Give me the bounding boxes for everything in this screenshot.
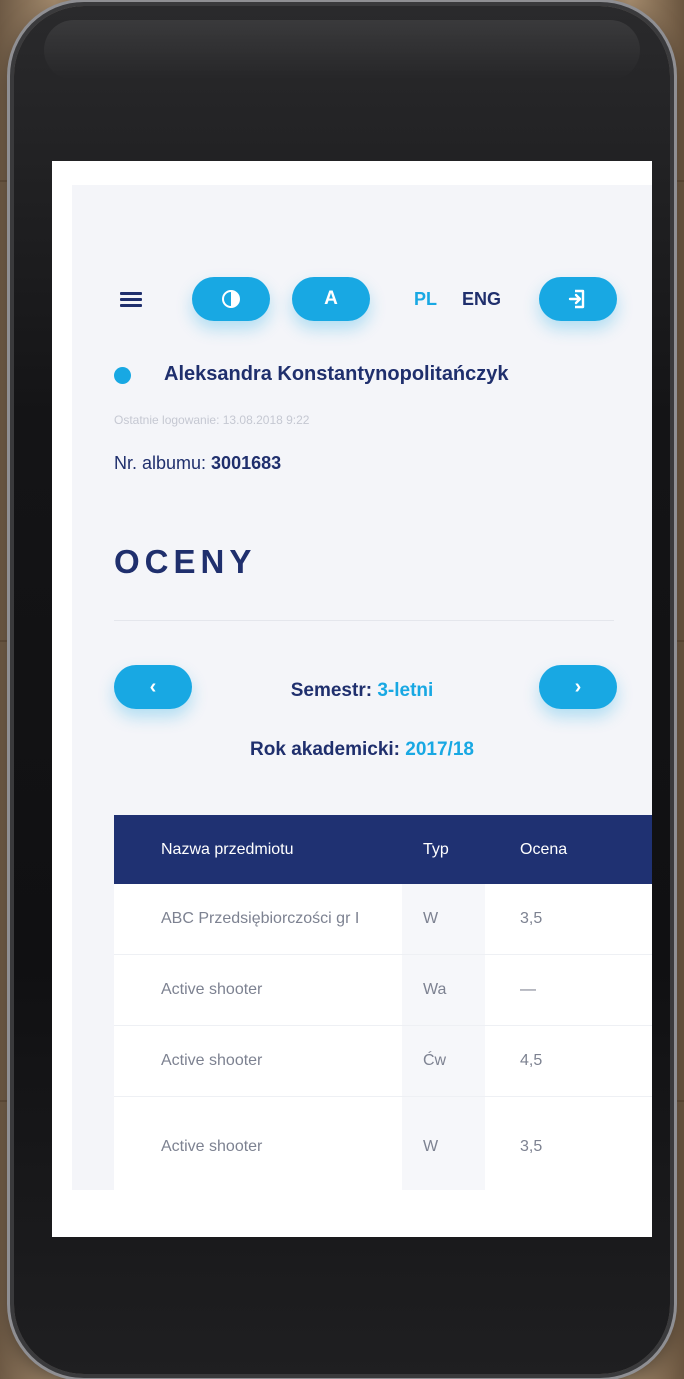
column-header-grade[interactable]: Ocena [485,841,652,859]
type-cell: Ćw [402,1026,485,1096]
grade-cell: 4,5 [520,1052,543,1069]
type-cell: W [402,884,485,954]
app-view: A PL ENG Aleksandra Konstantynopolitańcz… [72,185,652,1190]
album-label: Nr. albumu: [114,453,212,473]
page-title: OCENY [114,543,257,580]
subject-cell: Active shooter [161,981,263,998]
language-pl-link[interactable]: PL [414,289,437,310]
logout-icon [568,289,585,309]
font-size-label: A [324,288,338,309]
table-row[interactable]: Active shooter Wa — [114,955,652,1026]
divider [114,620,614,621]
subject-cell: Active shooter [161,1138,263,1155]
type-cell: Wa [402,955,485,1025]
album-number: Nr. albumu: 3001683 [114,453,281,474]
phone-screen: A PL ENG Aleksandra Konstantynopolitańcz… [52,161,652,1237]
phone-frame: A PL ENG Aleksandra Konstantynopolitańcz… [14,6,670,1374]
language-eng-link[interactable]: ENG [462,289,501,310]
table-header: Nazwa przedmiotu Typ Ocena [114,815,652,884]
table-row[interactable]: Active shooter W 3,5 [114,1097,652,1190]
table-row[interactable]: ABC Przedsiębiorczości gr I W 3,5 [114,884,652,955]
next-semester-button[interactable]: › [539,665,617,709]
semester-value: 3-letni [377,680,434,701]
contrast-icon [222,290,240,308]
contrast-toggle-button[interactable] [192,277,270,321]
chevron-right-icon: › [574,675,582,698]
grades-table: Nazwa przedmiotu Typ Ocena ABC Przedsięb… [114,815,652,1190]
semester-label: Semestr: [290,680,378,701]
column-header-subject[interactable]: Nazwa przedmiotu [114,841,402,859]
status-dot-icon [114,367,131,384]
subject-cell: Active shooter [161,1052,263,1069]
grade-cell: 3,5 [520,1138,543,1155]
grade-cell: — [520,981,536,998]
user-name: Aleksandra Konstantynopolitańczyk [164,363,509,385]
font-size-button[interactable]: A [292,277,370,321]
academic-year-info: Rok akademicki: 2017/18 [72,739,652,761]
type-cell: W [402,1097,485,1190]
last-login-text: Ostatnie logowanie: 13.08.2018 9:22 [114,413,310,427]
subject-cell: ABC Przedsiębiorczości gr I [161,910,360,927]
academic-year-value: 2017/18 [405,739,474,760]
logout-button[interactable] [539,277,617,321]
hamburger-menu-icon[interactable] [120,292,142,308]
column-header-type[interactable]: Typ [402,815,485,884]
phone-glare [44,20,640,80]
table-row[interactable]: Active shooter Ćw 4,5 [114,1026,652,1097]
grade-cell: 3,5 [520,910,543,927]
academic-year-label: Rok akademicki: [250,739,406,760]
album-value: 3001683 [211,453,282,473]
